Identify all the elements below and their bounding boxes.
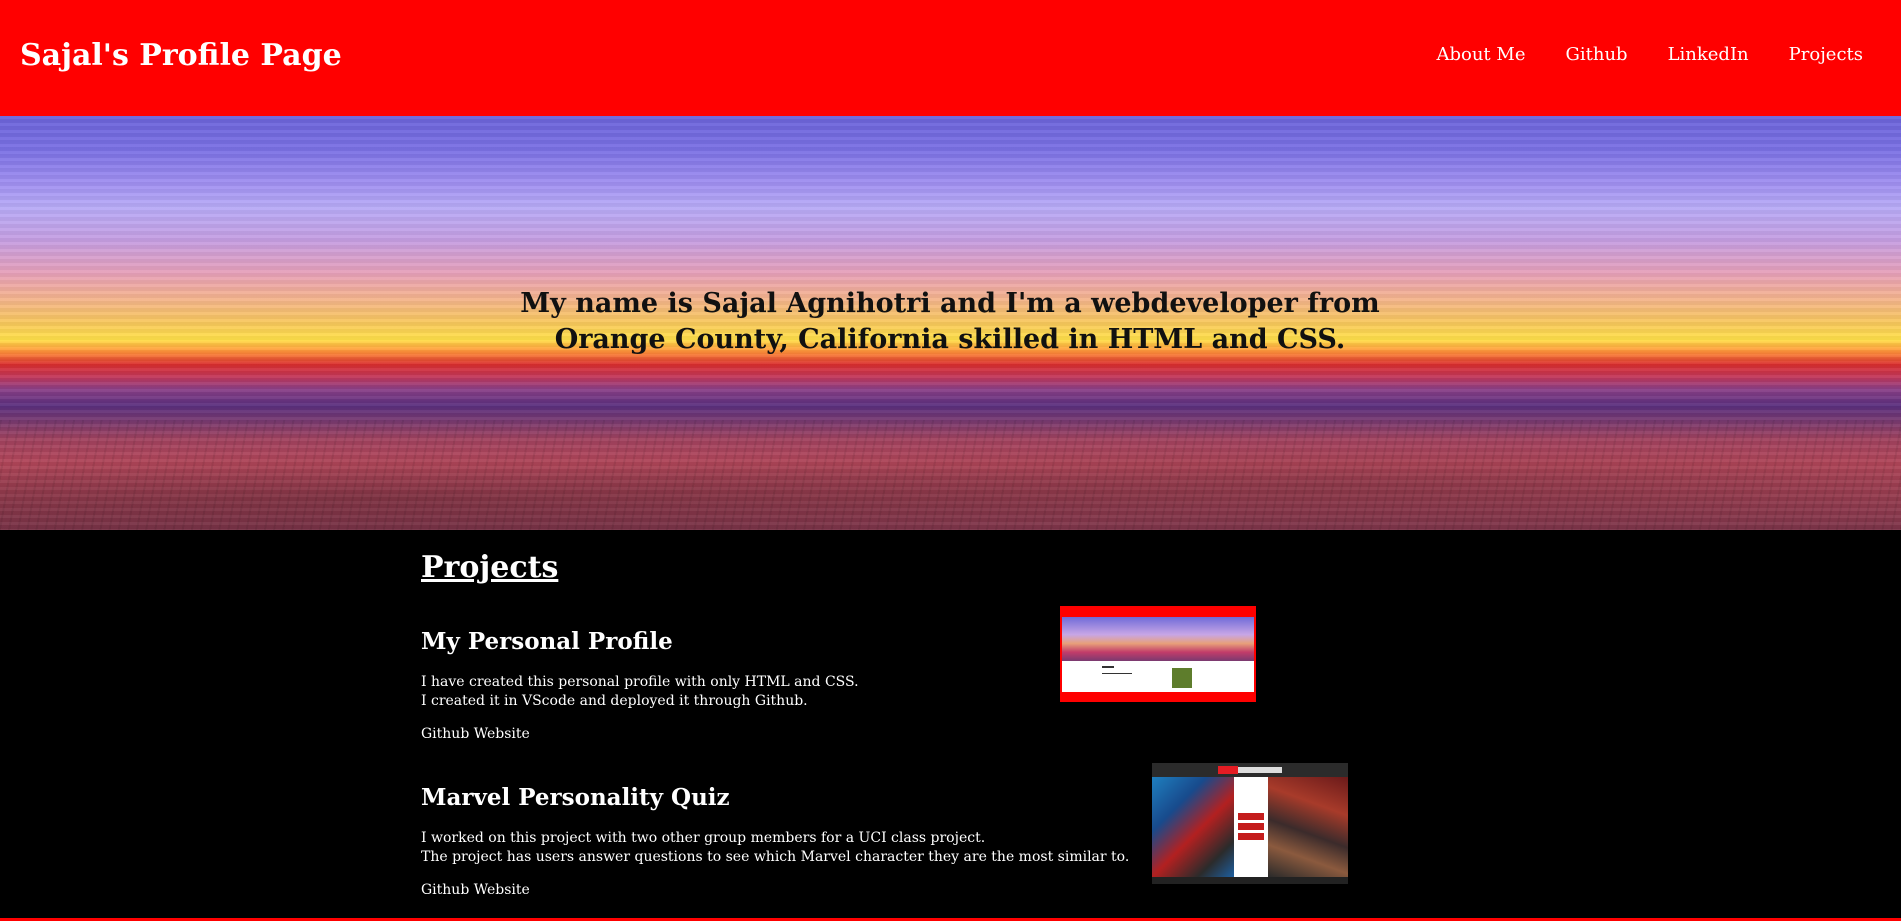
nav-link-linkedin[interactable]: LinkedIn bbox=[1668, 44, 1749, 65]
nav-link-about-me[interactable]: About Me bbox=[1436, 44, 1525, 65]
site-title: Sajal's Profile Page bbox=[20, 38, 342, 73]
main-nav: About Me Github LinkedIn Projects bbox=[1436, 44, 1863, 65]
project-description-line: I created it in VScode and deployed it t… bbox=[421, 693, 808, 709]
nav-link-projects[interactable]: Projects bbox=[1789, 44, 1863, 65]
project-title: My Personal Profile bbox=[421, 628, 673, 655]
thumb-footer bbox=[1062, 692, 1254, 700]
project-description: I have created this personal profile wit… bbox=[421, 673, 1121, 711]
hero-banner: My name is Sajal Agnihotri and I'm a web… bbox=[0, 116, 1901, 530]
project-description-line: I worked on this project with two other … bbox=[421, 830, 986, 846]
nav-link-github[interactable]: Github bbox=[1565, 44, 1627, 65]
thumb-header bbox=[1062, 608, 1254, 617]
thumb-image bbox=[1172, 668, 1192, 688]
thumb-left-character-art bbox=[1152, 777, 1234, 877]
project-description: I worked on this project with two other … bbox=[421, 829, 1129, 867]
project-description-line: I have created this personal profile wit… bbox=[421, 674, 859, 690]
thumb-text-line bbox=[1102, 666, 1114, 668]
project-item-marvel-quiz: Marvel Personality Quiz I worked on this… bbox=[421, 784, 1129, 898]
marvel-logo bbox=[1218, 766, 1238, 774]
project-item-personal-profile: My Personal Profile I have created this … bbox=[421, 628, 1121, 742]
beach-sand-texture bbox=[0, 420, 1901, 530]
projects-section: Projects My Personal Profile I have crea… bbox=[0, 530, 1901, 921]
site-header: Sajal's Profile Page About Me Github Lin… bbox=[0, 0, 1901, 116]
thumb-answer-button bbox=[1238, 833, 1264, 840]
personal-profile-screenshot[interactable] bbox=[1060, 606, 1256, 702]
marvel-quiz-screenshot[interactable] bbox=[1152, 763, 1348, 884]
project-description-line: The project has users answer questions t… bbox=[421, 849, 1130, 865]
thumb-hero bbox=[1062, 617, 1254, 661]
thumb-answer-button bbox=[1238, 823, 1264, 830]
hero-intro-text: My name is Sajal Agnihotri and I'm a web… bbox=[520, 288, 1380, 355]
thumb-text-line bbox=[1102, 673, 1132, 674]
projects-heading: Projects bbox=[421, 550, 559, 585]
thumb-footer bbox=[1152, 877, 1348, 884]
project-title: Marvel Personality Quiz bbox=[421, 784, 730, 811]
github-website-link[interactable]: Github Website bbox=[421, 882, 1121, 898]
github-website-link[interactable]: Github Website bbox=[421, 726, 1121, 742]
thumb-right-character-art bbox=[1268, 777, 1348, 877]
thumb-body bbox=[1062, 661, 1254, 694]
thumb-answer-button bbox=[1238, 813, 1264, 820]
